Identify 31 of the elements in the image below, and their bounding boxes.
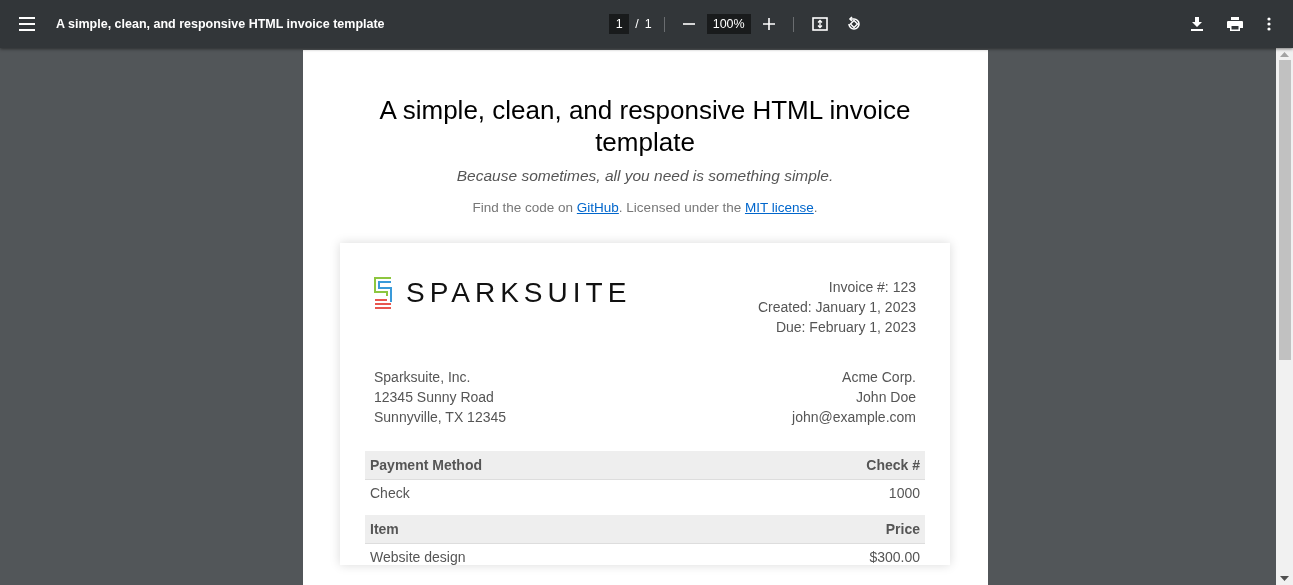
sender-address-line: Sparksuite, Inc. <box>374 368 472 387</box>
document-title: A simple, clean, and responsive HTML invoice template <box>56 17 385 31</box>
github-link[interactable]: GitHub <box>576 200 619 215</box>
page-number-field[interactable]: 1 <box>609 14 630 34</box>
client-address-line: Acme Corp. <box>841 368 916 387</box>
table-cell: Check <box>370 485 410 501</box>
page-separator: / <box>635 17 639 31</box>
page-count: 1 <box>644 17 652 31</box>
license-link[interactable]: MIT license <box>744 200 814 215</box>
client-address-line: John Doe <box>855 388 916 407</box>
sender-address-line: Sunnyville, TX 12345 <box>374 408 507 427</box>
table-cell: Website design <box>370 549 466 565</box>
page-heading: A simple, clean, and responsive HTML invoice template <box>378 94 912 158</box>
zoom-field[interactable]: 100% <box>706 14 751 34</box>
column-header: Check # <box>866 456 920 474</box>
invoice-detail: Due: February 1, 2023 <box>774 318 916 337</box>
table-cell: $300.00 <box>869 549 920 565</box>
scroll-down-icon[interactable] <box>1280 576 1289 581</box>
logo-icon <box>374 277 394 309</box>
column-header: Item <box>370 520 399 538</box>
logo-wordmark: SPARKSUITE <box>406 283 632 303</box>
client-address-line: john@example.com <box>792 408 916 427</box>
column-header: Payment Method <box>370 456 482 474</box>
table-cell: 1000 <box>888 485 920 501</box>
tagline: Because sometimes, all you need is something simple. <box>456 167 834 185</box>
invoice-detail: Created: January 1, 2023 <box>758 298 916 317</box>
credits-text: Find the code on GitHub. Licensed under the MIT license. <box>472 200 818 215</box>
column-header: Price <box>885 520 920 538</box>
sender-address-line: 12345 Sunny Road <box>374 388 495 407</box>
scrollbar-thumb[interactable] <box>1278 60 1291 360</box>
invoice-detail: Invoice #: 123 <box>827 278 916 297</box>
